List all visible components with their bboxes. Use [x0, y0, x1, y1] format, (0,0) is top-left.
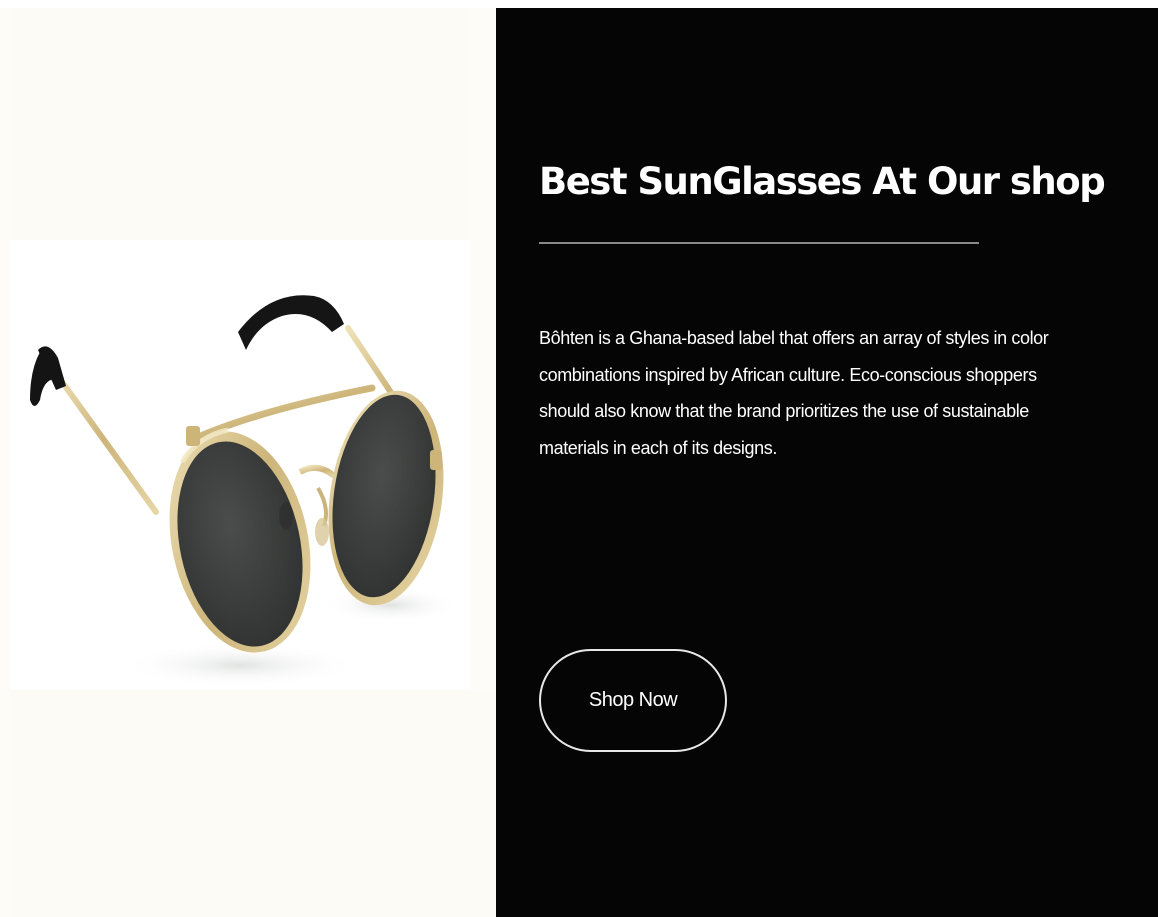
- image-backdrop-top: [10, 8, 470, 240]
- left-hinge: [186, 426, 200, 446]
- right-hinge: [430, 450, 442, 470]
- product-image-panel: [0, 8, 496, 917]
- sunglasses-image: [30, 295, 460, 687]
- image-backdrop-bottom: [10, 690, 496, 917]
- shop-now-button[interactable]: Shop Now: [539, 649, 727, 752]
- page: Best SunGlasses At Our shop Bôhten is a …: [0, 0, 1158, 917]
- right-ear-piece: [238, 295, 344, 350]
- promo-title: Best SunGlasses At Our shop: [539, 160, 1106, 203]
- left-temple: [49, 365, 159, 515]
- title-divider: [539, 242, 979, 244]
- promo-description: Bôhten is a Ghana-based label that offer…: [539, 328, 1049, 458]
- nose-pad: [315, 518, 329, 546]
- nose-bridge: [298, 464, 336, 479]
- promo-panel: Best SunGlasses At Our shop Bôhten is a …: [496, 8, 1158, 917]
- left-lens-glare: [279, 502, 293, 530]
